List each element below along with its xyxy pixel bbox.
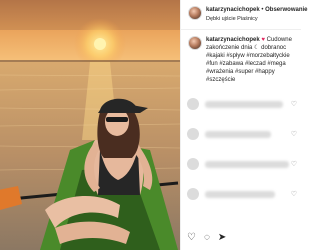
caption-text: katarzynacichopek ♥ Cudowne zakończenie … [206,36,298,84]
commenter-avatar[interactable] [187,98,199,110]
post-actions: ♡ ◌ ➤ [187,232,226,243]
blurred-comment [205,100,283,108]
post-photo[interactable] [0,0,180,250]
post-location[interactable]: Dębki ujście Piaśnicy [206,15,308,23]
caption-username[interactable]: katarzynacichopek [206,37,260,43]
header-line: katarzynacichopek • Obserwowanie [206,6,308,14]
comment-row: ♡ [187,125,297,143]
sunset-kayak-image [0,0,180,250]
post-caption: katarzynacichopek ♥ Cudowne zakończenie … [188,36,298,84]
comment-like-icon[interactable]: ♡ [291,190,297,198]
commenter-avatar[interactable] [187,158,199,170]
blurred-comment [205,130,271,138]
comment-like-icon[interactable]: ♡ [291,130,297,138]
comment-row: ♡ [187,95,297,113]
author-username[interactable]: katarzynacichopek [206,7,260,13]
comment-icon[interactable]: ◌ [204,232,210,243]
caption-hashtags[interactable]: #kajaki #spływ #morzebałtyckie #fun #zab… [206,53,290,83]
comment-like-icon[interactable]: ♡ [291,160,297,168]
post-header: katarzynacichopek • Obserwowanie Dębki u… [181,0,308,30]
blurred-comment [205,190,275,198]
heart-icon: ♥ [261,37,265,43]
comment-row: ♡ [187,155,297,173]
comment-row: ♡ [187,185,297,203]
commenter-avatar[interactable] [187,188,199,200]
share-icon[interactable]: ➤ [218,232,226,243]
comments-list: ♡ ♡ ♡ ♡ [187,95,297,215]
author-avatar[interactable] [188,6,202,20]
commenter-avatar[interactable] [187,128,199,140]
moon-icon: ☾ [254,45,260,51]
header-text: katarzynacichopek • Obserwowanie Dębki u… [206,6,308,23]
caption-body-2: dobranoc [261,45,287,51]
caption-avatar[interactable] [188,36,202,50]
follow-button[interactable]: Obserwowanie [265,7,307,13]
instagram-post: katarzynacichopek • Obserwowanie Dębki u… [0,0,308,250]
post-sidebar: katarzynacichopek • Obserwowanie Dębki u… [180,0,308,250]
blurred-comment [205,160,289,168]
comment-like-icon[interactable]: ♡ [291,100,297,108]
like-icon[interactable]: ♡ [187,232,196,243]
